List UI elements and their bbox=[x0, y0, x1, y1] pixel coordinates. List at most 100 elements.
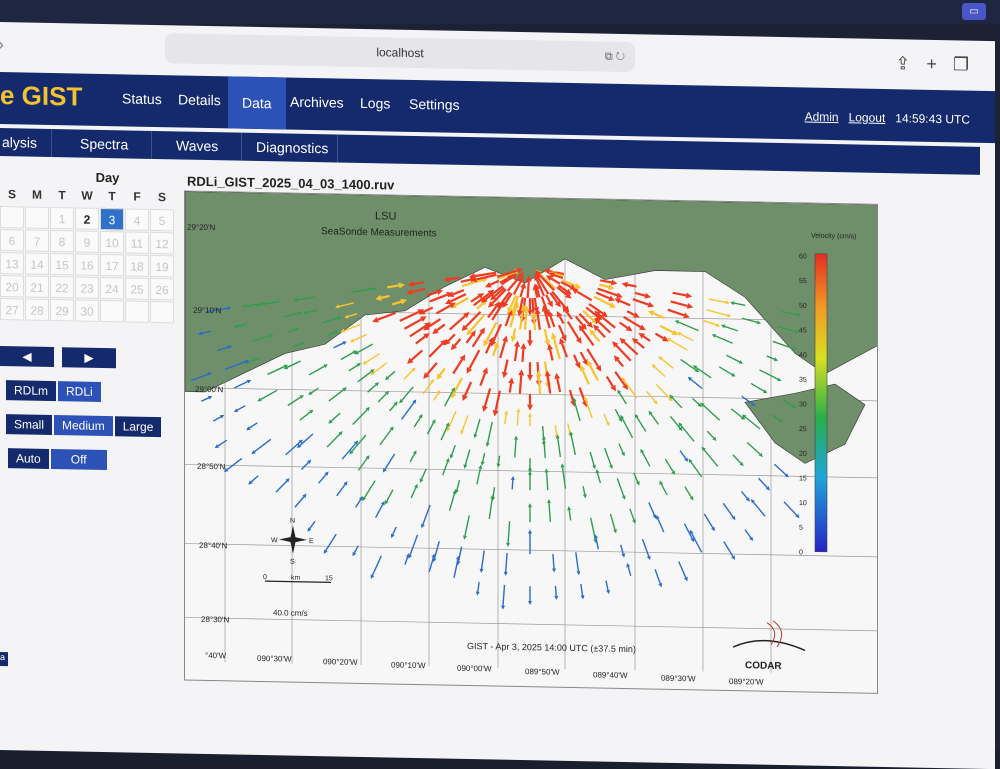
current-vector-head bbox=[482, 405, 488, 412]
tabs-icon[interactable]: ❐ bbox=[953, 54, 969, 75]
current-vector bbox=[516, 411, 519, 426]
calendar-day[interactable]: 30 bbox=[75, 299, 99, 322]
current-vector bbox=[318, 474, 327, 484]
current-vector bbox=[460, 278, 471, 283]
current-vector bbox=[546, 375, 552, 394]
current-vector bbox=[730, 408, 743, 418]
lon-labels: °40'W 090°30'W 090°20'W 090°10'W 090°00'… bbox=[205, 651, 764, 687]
current-vector-head bbox=[685, 292, 693, 299]
url-bar[interactable]: localhost ⧉ ↻ bbox=[165, 33, 635, 73]
calendar-day[interactable]: 7 bbox=[25, 229, 49, 252]
lon-label: °40'W bbox=[205, 651, 227, 660]
current-vector bbox=[309, 520, 316, 529]
prev-frame-button[interactable]: ◀ bbox=[0, 346, 54, 368]
current-vector bbox=[267, 365, 285, 376]
rdlm-button[interactable]: RDLm bbox=[6, 380, 57, 402]
current-vector bbox=[567, 423, 571, 434]
share-icon[interactable]: ⇪ bbox=[895, 53, 910, 74]
calendar-day[interactable]: 21 bbox=[25, 275, 49, 298]
current-vector-head bbox=[479, 568, 484, 573]
current-vector-head bbox=[514, 340, 520, 347]
calendar-day[interactable]: 28 bbox=[25, 298, 49, 321]
current-vector bbox=[426, 422, 435, 435]
calendar-day[interactable]: 29 bbox=[50, 298, 74, 322]
current-vector bbox=[286, 360, 301, 368]
large-button[interactable]: Large bbox=[114, 416, 162, 438]
current-vector bbox=[752, 501, 766, 517]
calendar-day[interactable]: 15 bbox=[50, 252, 74, 276]
calendar-day[interactable]: 22 bbox=[50, 275, 74, 299]
station-label: LSU bbox=[375, 210, 396, 222]
back-chevron-icon[interactable]: › bbox=[0, 34, 4, 55]
nav-settings[interactable]: Settings bbox=[409, 96, 460, 113]
size-toggle: Small Medium Large bbox=[6, 414, 162, 438]
calendar-day[interactable]: 3 bbox=[100, 207, 124, 231]
calendar-day[interactable]: 10 bbox=[100, 230, 124, 254]
current-vector bbox=[554, 585, 557, 597]
calendar-day[interactable]: 26 bbox=[150, 277, 174, 301]
auto-button[interactable]: Auto bbox=[8, 448, 49, 469]
calendar-day[interactable]: 24 bbox=[100, 276, 124, 300]
screen-mirror-icon[interactable]: ▭ bbox=[962, 3, 986, 20]
subnav-waves[interactable]: Waves bbox=[162, 131, 242, 161]
calendar-weekday: T bbox=[108, 189, 116, 204]
calendar-day[interactable]: 12 bbox=[150, 231, 174, 255]
logout-link[interactable]: Logout bbox=[849, 110, 886, 125]
current-vector bbox=[476, 302, 484, 310]
calendar-day[interactable]: 8 bbox=[50, 229, 74, 253]
calendar-day[interactable]: 23 bbox=[75, 276, 99, 299]
current-vector bbox=[387, 370, 396, 379]
admin-link[interactable]: Admin bbox=[805, 109, 839, 124]
calendar-day[interactable]: 27 bbox=[0, 298, 24, 321]
calendar-day[interactable]: 18 bbox=[125, 254, 149, 277]
nav-status[interactable]: Status bbox=[122, 90, 162, 107]
nav-archives[interactable]: Archives bbox=[290, 94, 344, 111]
calendar-day[interactable]: 11 bbox=[125, 231, 149, 254]
current-vector bbox=[733, 302, 746, 306]
nav-logs[interactable]: Logs bbox=[360, 95, 390, 112]
compass-rose: N S E W bbox=[271, 518, 314, 566]
current-vector bbox=[423, 306, 434, 313]
reload-icon[interactable]: ⧉ ↻ bbox=[605, 42, 625, 72]
current-vector bbox=[250, 475, 259, 483]
subnav-spectra[interactable]: Spectra bbox=[66, 129, 152, 159]
current-vector-head bbox=[431, 553, 436, 559]
calendar-day[interactable]: 1 bbox=[50, 206, 74, 230]
small-button[interactable]: Small bbox=[6, 414, 53, 435]
current-vector bbox=[702, 319, 717, 326]
medium-button[interactable]: Medium bbox=[54, 415, 113, 437]
sidebar-edge-tab[interactable]: a bbox=[0, 652, 8, 667]
subnav-diagnostics[interactable]: Diagnostics bbox=[242, 132, 338, 163]
current-vector bbox=[355, 499, 362, 508]
nav-details[interactable]: Details bbox=[178, 91, 221, 108]
current-vector bbox=[582, 486, 586, 495]
colorbar-tick-label: 10 bbox=[799, 500, 807, 507]
next-frame-button[interactable]: ▶ bbox=[62, 347, 116, 369]
calendar-day[interactable]: 9 bbox=[75, 230, 99, 253]
current-vector-head bbox=[501, 371, 508, 379]
rdli-button[interactable]: RDLi bbox=[58, 381, 101, 402]
calendar-day[interactable]: 5 bbox=[150, 208, 174, 232]
plus-icon[interactable]: + bbox=[926, 54, 937, 75]
calendar-day[interactable]: 13 bbox=[0, 252, 24, 275]
calendar-day[interactable]: 6 bbox=[0, 229, 24, 252]
calendar-day[interactable]: 19 bbox=[150, 254, 174, 278]
parallel-line bbox=[185, 464, 878, 479]
calendar-empty-cell bbox=[0, 206, 24, 229]
current-vector bbox=[492, 487, 496, 497]
calendar-day[interactable]: 25 bbox=[125, 277, 149, 300]
nav-data[interactable]: Data bbox=[228, 76, 286, 130]
calendar-day[interactable]: 16 bbox=[75, 253, 99, 276]
calendar-day[interactable]: 17 bbox=[100, 253, 124, 277]
calendar-day[interactable]: 14 bbox=[25, 252, 49, 275]
subnav-analysis[interactable]: alysis bbox=[0, 127, 53, 157]
off-button[interactable]: Off bbox=[50, 448, 107, 471]
calendar-weekday: M bbox=[32, 187, 42, 202]
current-vector-head bbox=[576, 571, 581, 576]
calendar-day[interactable]: 4 bbox=[125, 208, 149, 231]
current-vector bbox=[604, 447, 612, 466]
current-vector bbox=[533, 317, 537, 331]
current-vector bbox=[744, 529, 752, 539]
calendar-day[interactable]: 2 bbox=[75, 207, 99, 230]
calendar-day[interactable]: 20 bbox=[0, 275, 24, 298]
